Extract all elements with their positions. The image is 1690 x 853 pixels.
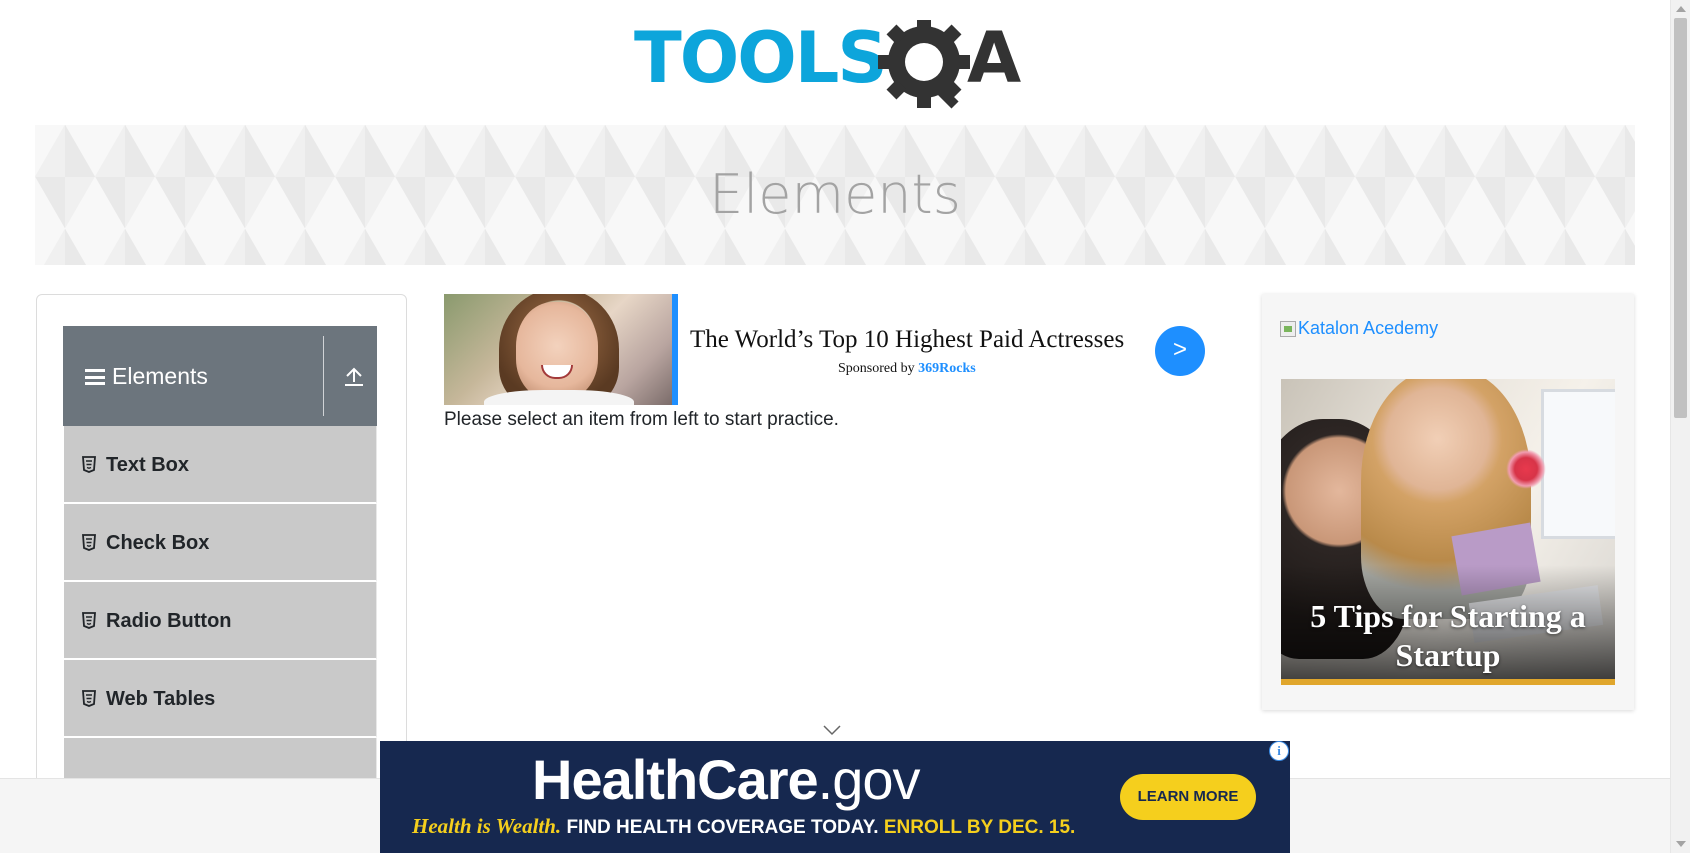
right-ad[interactable]: Katalon Acedemy 5 Tips for Starting a St… [1262, 294, 1634, 710]
gear-icon [878, 16, 970, 109]
page: TOOLS A Elements Elements Text Box Check… [0, 0, 1690, 853]
ad-info-icon[interactable]: i [1269, 741, 1289, 761]
promo-bottom-bar [1281, 679, 1615, 685]
ad-photo [444, 294, 672, 405]
sponsored-ad[interactable]: The World’s Top 10 Highest Paid Actresse… [444, 294, 1206, 405]
promo-image[interactable]: 5 Tips for Starting a Startup [1281, 379, 1615, 685]
tagline-health-wealth: Health is Wealth. [412, 814, 562, 838]
healthcare-tagline: Health is Wealth. FIND HEALTH COVERAGE T… [412, 814, 1075, 839]
sponsor-name[interactable]: 369Rocks [918, 361, 976, 376]
healthcare-ad[interactable]: HealthCare.gov Health is Wealth. FIND HE… [380, 741, 1290, 853]
chevron-down-icon[interactable] [822, 724, 842, 736]
hamburger-icon [85, 369, 105, 385]
menu-item-web-tables[interactable]: Web Tables [64, 660, 377, 738]
katalon-alt-text: Katalon Acedemy [1298, 318, 1439, 338]
menu-item-label: Text Box [106, 454, 189, 476]
scroll-up-icon[interactable] [1676, 6, 1686, 12]
menu-item-label: Radio Button [106, 610, 232, 632]
collapse-up-icon[interactable] [343, 366, 365, 388]
left-sidebar: Elements Text Box Check Box Radio Button [36, 294, 407, 853]
menu-item-label: Check Box [106, 532, 210, 554]
katalon-ad-link[interactable]: Katalon Acedemy [1280, 318, 1438, 339]
html5-icon [82, 456, 96, 473]
toolsqa-logo-graphic: TOOLS A [634, 16, 1021, 109]
menu-item-check-box[interactable]: Check Box [64, 504, 377, 582]
menu-item-radio-button[interactable]: Radio Button [64, 582, 377, 660]
healthcare-logo-suffix: .gov [817, 748, 921, 811]
html5-icon [82, 690, 96, 707]
menu-item-label: Web Tables [106, 688, 216, 710]
ad-sponsor-line: Sponsored by 369Rocks [838, 361, 976, 377]
learn-more-button[interactable]: LEARN MORE [1120, 774, 1256, 820]
practice-instruction: Please select an item from left to start… [444, 409, 839, 430]
group-header-elements[interactable]: Elements [63, 326, 377, 426]
ad-next-button[interactable]: > [1155, 326, 1205, 376]
menu-item-text-box[interactable]: Text Box [64, 426, 377, 504]
page-scrollbar[interactable] [1670, 0, 1690, 853]
sponsor-prefix: Sponsored by [838, 361, 915, 376]
tagline-enroll: ENROLL BY DEC. 15. [883, 817, 1076, 838]
ad-headline[interactable]: The World’s Top 10 Highest Paid Actresse… [690, 326, 1124, 354]
promo-title: 5 Tips for Starting a Startup [1310, 598, 1586, 673]
page-banner: Elements [35, 125, 1635, 265]
logo-tools-text: TOOLS [634, 20, 886, 99]
healthcare-logo-main: HealthCare [532, 748, 819, 811]
group-divider [323, 336, 324, 416]
ad-accent-bar [672, 294, 678, 405]
html5-icon [82, 612, 96, 629]
scrollbar-thumb[interactable] [1674, 18, 1687, 418]
group-title: Elements [112, 363, 208, 389]
html5-icon [82, 534, 96, 551]
page-title: Elements [709, 163, 961, 226]
logo-a-text: A [967, 20, 1021, 99]
toolsqa-logo[interactable]: TOOLS A [634, 16, 1040, 112]
broken-image-icon [1280, 320, 1296, 337]
tagline-find-coverage: FIND HEALTH COVERAGE TODAY. [566, 817, 879, 838]
healthcare-logo: HealthCare.gov [532, 747, 921, 812]
menu-list: Text Box Check Box Radio Button Web Tabl… [64, 426, 377, 816]
scroll-down-icon[interactable] [1676, 841, 1686, 847]
